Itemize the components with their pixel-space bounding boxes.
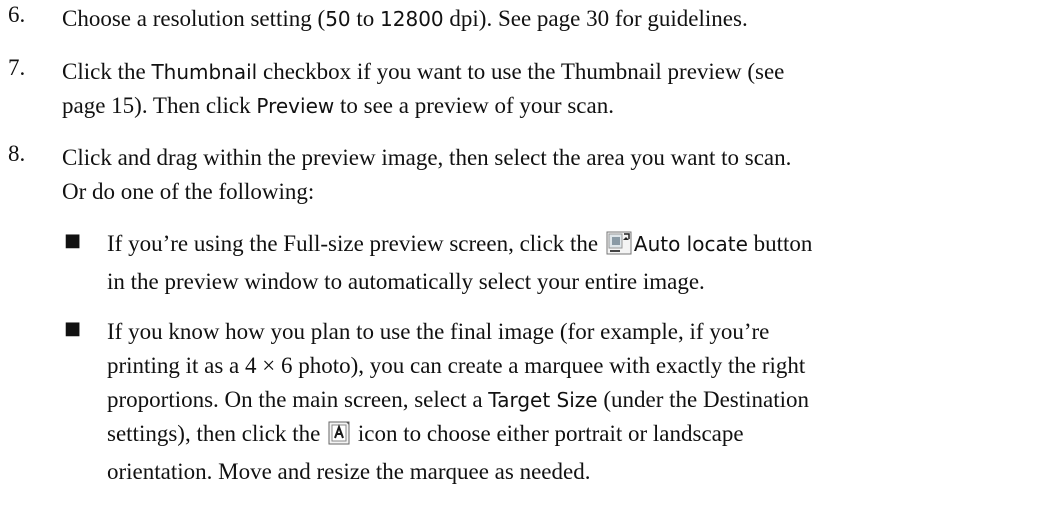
- target-size-label: Target Size: [488, 388, 598, 412]
- step-7-text-d: to see a preview of your scan.: [334, 93, 614, 118]
- bullet-2-line-1: If you know how you plan to use the fina…: [107, 319, 770, 344]
- step-6-text-to: to: [350, 6, 381, 31]
- step-7-text-c: page 15). Then click: [62, 93, 257, 118]
- resolution-max: 12800: [380, 7, 444, 31]
- step-6-text-a: Choose a resolution setting (: [62, 6, 326, 31]
- step-7-text-b: checkbox if you want to use the Thumbnai…: [257, 59, 785, 84]
- step-7-number: 7.: [8, 55, 26, 80]
- bullet-2-line-3a: proportions. On the main screen, select …: [107, 387, 489, 412]
- thumbnail-label: Thumbnail: [151, 60, 258, 84]
- bullet-1-text-c: in the preview window to automatically s…: [107, 269, 705, 294]
- bullet-2-line-4b: icon to choose either portrait or landsc…: [352, 421, 744, 446]
- preview-label: Preview: [256, 94, 335, 118]
- step-8-text: Click and drag within the preview image,…: [62, 141, 1022, 209]
- bullet-2-mark: ■: [64, 318, 82, 339]
- step-7-text: Click the Thumbnail checkbox if you want…: [62, 55, 1022, 123]
- step-8-text-b: Or do one of the following:: [62, 179, 315, 204]
- bullet-2-text: If you know how you plan to use the fina…: [107, 315, 1042, 489]
- bullet-2-line-5: orientation. Move and resize the marquee…: [107, 459, 591, 484]
- auto-locate-icon: [606, 231, 632, 265]
- step-6-text-b: dpi). See page 30 for guidelines.: [443, 6, 748, 31]
- step-7-text-a: Click the: [62, 59, 152, 84]
- bullet-1-mark: ■: [64, 230, 82, 251]
- orientation-icon: [328, 421, 350, 455]
- step-8-text-a: Click and drag within the preview image,…: [62, 145, 792, 170]
- bullet-1-text: If you’re using the Full-size preview sc…: [107, 227, 1042, 299]
- auto-locate-label: Auto locate: [633, 232, 748, 256]
- bullet-2-line-3b: (under the Destination: [597, 387, 810, 412]
- step-6-text: Choose a resolution setting (50 to 12800…: [62, 2, 1022, 36]
- manual-page: 6. Choose a resolution setting (50 to 12…: [0, 0, 1059, 528]
- bullet-2-line-4a: settings), then click the: [107, 421, 327, 446]
- bullet-1-text-b: button: [747, 231, 813, 256]
- step-6-number: 6.: [8, 2, 26, 27]
- bullet-2-line-2: printing it as a 4 × 6 photo), you can c…: [107, 353, 806, 378]
- resolution-min: 50: [325, 7, 351, 31]
- bullet-1-text-a: If you’re using the Full-size preview sc…: [107, 231, 604, 256]
- step-8-number: 8.: [8, 141, 26, 166]
